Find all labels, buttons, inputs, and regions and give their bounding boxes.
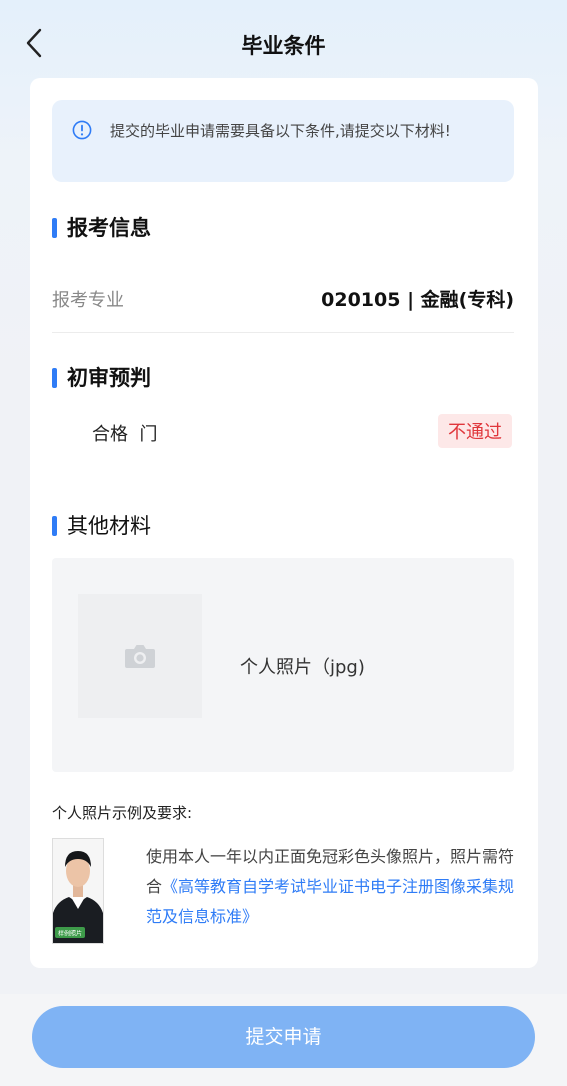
camera-icon [125, 645, 155, 668]
requirements-text: 使用本人一年以内正面免冠彩色头像照片，照片需符合《高等教育自学考试毕业证书电子注… [146, 842, 518, 932]
sample-portrait-image: 样例照片 [53, 839, 103, 943]
content-card: 提交的毕业申请需要具备以下条件,请提交以下材料! 报考信息 报考专业 02010… [30, 78, 538, 968]
notice-text: 提交的毕业申请需要具备以下条件,请提交以下材料! [110, 122, 451, 140]
status-badge: 不通过 [438, 414, 512, 448]
section-accent-bar [52, 368, 57, 388]
photo-upload-button[interactable] [78, 594, 202, 718]
nav-bar: 毕业条件 [0, 0, 567, 84]
section-title-materials: 其他材料 [52, 510, 151, 540]
pass-count-label: 合格 门 [92, 424, 158, 445]
divider [52, 332, 514, 333]
sample-photo: 样例照片 [52, 838, 104, 944]
section-title-preliminary: 初审预判 [52, 362, 151, 392]
footer-bar: 提交申请 [0, 994, 567, 1086]
section-accent-bar [52, 218, 57, 238]
major-value: 020105 | 金融(专科) [321, 289, 514, 311]
submit-button[interactable]: 提交申请 [32, 1006, 535, 1068]
section-title-text: 其他材料 [67, 514, 151, 538]
section-title-text: 初审预判 [67, 366, 151, 390]
info-icon [72, 120, 92, 140]
sample-tag: 样例照片 [58, 930, 82, 938]
photo-upload-area: 个人照片（jpg) [52, 558, 514, 772]
major-label: 报考专业 [52, 290, 124, 311]
section-title-text: 报考信息 [67, 216, 151, 240]
page-title: 毕业条件 [241, 34, 326, 58]
upload-label: 个人照片（jpg) [240, 657, 365, 678]
requirements-title: 个人照片示例及要求: [52, 804, 193, 822]
notice-banner: 提交的毕业申请需要具备以下条件,请提交以下材料! [52, 100, 514, 182]
section-title-exam-info: 报考信息 [52, 212, 151, 242]
standard-document-link[interactable]: 《高等教育自学考试毕业证书电子注册图像采集规范及信息标准》 [146, 877, 514, 926]
section-accent-bar [52, 516, 57, 536]
